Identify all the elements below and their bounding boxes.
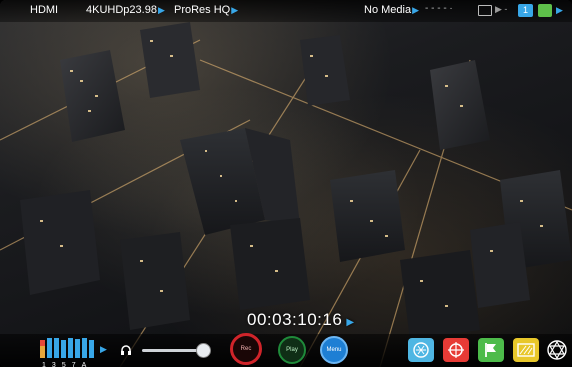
headphones-icon	[121, 345, 131, 355]
chevron-right-icon: ▶	[231, 5, 239, 15]
video-format-button[interactable]: 4KUHDp23.98▶	[86, 4, 165, 16]
audio-channel-label: 5	[61, 362, 66, 367]
menu-button[interactable]: Menu	[320, 336, 348, 364]
timecode-display[interactable]: 00:03:10:16 ▶	[247, 310, 355, 330]
input-source-label[interactable]: HDMI	[30, 4, 58, 16]
timecode-dashes-icon: - - - - ·	[425, 3, 453, 14]
play-button[interactable]: Play	[278, 336, 306, 364]
atomos-logo-icon[interactable]	[546, 339, 568, 361]
volume-slider-handle[interactable]	[196, 343, 211, 358]
media-status-label: No Media	[364, 4, 412, 16]
focus-peaking-button[interactable]	[443, 338, 469, 362]
menu-label: Menu	[326, 347, 342, 353]
chevron-right-icon: ▶	[346, 317, 355, 328]
battery-chevron-icon[interactable]: ▶	[556, 5, 563, 16]
zebra-button[interactable]	[513, 338, 539, 362]
audio-channel-label: 1	[42, 362, 46, 367]
zebra-icon	[517, 343, 535, 357]
audio-channel-label: A	[81, 362, 87, 367]
audio-chevron-icon[interactable]: ▶	[100, 344, 107, 355]
tag-flag-icon	[485, 343, 496, 357]
audio-channel-label: 3	[51, 362, 56, 367]
audio-channel-label: 7	[71, 362, 76, 367]
audio-meters[interactable]: 1 3 5 7 A	[40, 336, 100, 367]
monitor-screen: HDMI 4KUHDp23.98▶ ProRes HQ▶ No Media▶ -…	[0, 0, 572, 367]
battery-icon	[538, 4, 552, 17]
nd-filter-button[interactable]	[408, 338, 434, 362]
timecode-value: 00:03:10:16	[247, 310, 343, 329]
drive-icon	[478, 5, 492, 16]
play-label: Play	[286, 347, 298, 353]
media-status-button[interactable]: No Media▶	[364, 4, 419, 16]
top-status-bar: HDMI 4KUHDp23.98▶ ProRes HQ▶ No Media▶ -…	[0, 0, 572, 22]
slot-badge: 1	[518, 4, 533, 17]
drive-arrow-icon: ▶ -	[495, 4, 508, 14]
codec-button[interactable]: ProRes HQ▶	[174, 4, 238, 16]
tag-button[interactable]	[478, 338, 504, 362]
focus-peaking-icon	[448, 342, 464, 358]
chevron-right-icon: ▶	[157, 5, 165, 15]
chevron-right-icon: ▶	[412, 5, 419, 15]
video-format-label: 4KUHDp23.98	[86, 4, 157, 16]
rec-button[interactable]: Rec	[230, 333, 262, 365]
rec-label: Rec	[240, 346, 252, 352]
audio-level-bars-icon	[40, 338, 94, 358]
nd-filter-icon	[413, 342, 429, 358]
codec-label: ProRes HQ	[174, 4, 231, 16]
